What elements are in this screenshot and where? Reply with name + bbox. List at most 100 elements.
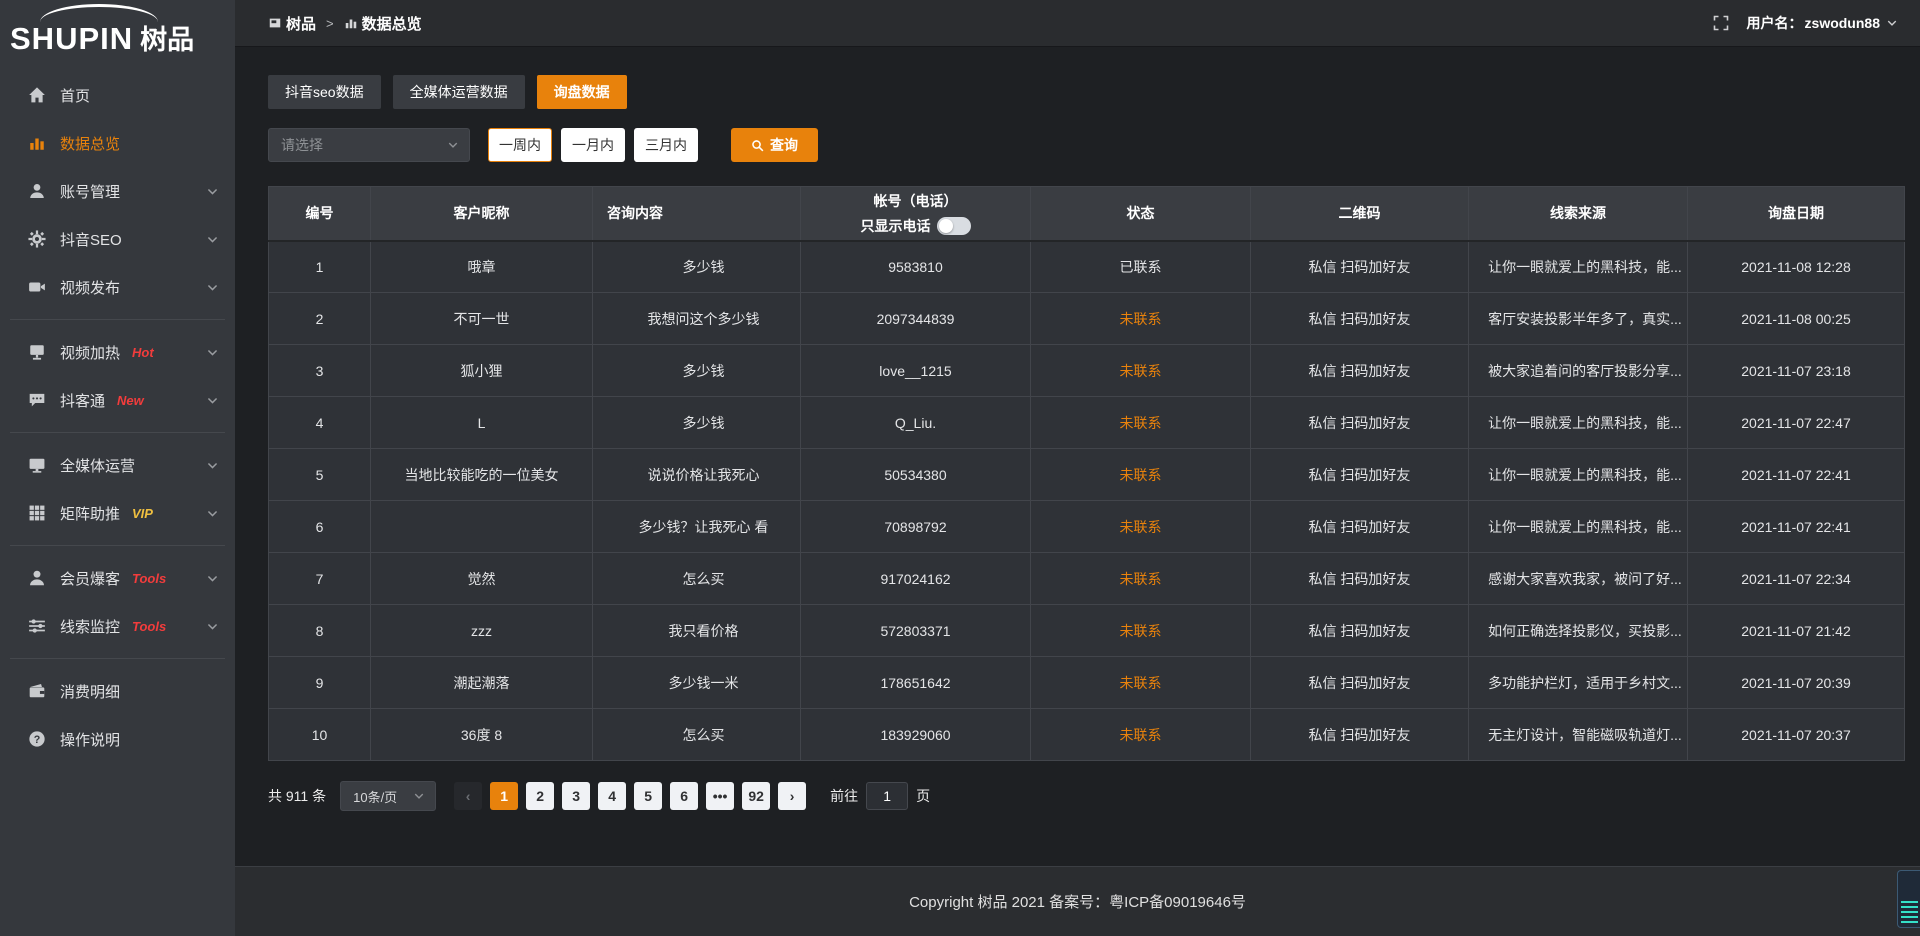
qrcode-link[interactable]: 私信 扫码加好友 [1251, 397, 1469, 449]
qrcode-link[interactable]: 私信 扫码加好友 [1251, 657, 1469, 709]
qrcode-link[interactable]: 私信 扫码加好友 [1251, 553, 1469, 605]
page-button-5[interactable]: 5 [634, 782, 662, 810]
sidebar-item-label: 全媒体运营 [60, 455, 135, 476]
user-menu[interactable]: 用户名： zswodun88 [1747, 13, 1898, 33]
sidebar-item-label: 视频加热 [60, 342, 120, 363]
next-page-button[interactable]: › [778, 782, 806, 810]
source-link[interactable]: 客厅安装投影半年多了，真实... [1469, 293, 1688, 345]
sidebar-item-operation-guide[interactable]: ?操作说明 [0, 715, 235, 763]
col-header-account: 帐号（电话） 只显示电话 [801, 187, 1031, 241]
page-button-6[interactable]: 6 [670, 782, 698, 810]
cell-date: 2021-11-07 21:42 [1688, 605, 1905, 657]
cell-content: 我只看价格 [593, 605, 801, 657]
select-value: 请选择 [281, 135, 323, 155]
chevron-down-icon [206, 572, 219, 585]
sidebar-item-douketong[interactable]: 抖客通New [0, 376, 235, 424]
period-button-0[interactable]: 一周内 [488, 128, 552, 162]
qrcode-link[interactable]: 私信 扫码加好友 [1251, 241, 1469, 293]
fullscreen-icon[interactable] [1713, 15, 1729, 31]
screen-icon [28, 343, 46, 361]
sidebar-item-data-overview[interactable]: 数据总览 [0, 119, 235, 167]
sidebar-item-member-baoke[interactable]: 会员爆客Tools [0, 554, 235, 602]
qrcode-link[interactable]: 私信 扫码加好友 [1251, 709, 1469, 761]
source-link[interactable]: 让你一眼就爱上的黑科技，能... [1469, 501, 1688, 553]
sidebar-item-douyin-seo[interactable]: 抖音SEO [0, 215, 235, 263]
qrcode-link[interactable]: 私信 扫码加好友 [1251, 501, 1469, 553]
qrcode-link[interactable]: 私信 扫码加好友 [1251, 605, 1469, 657]
sidebar-item-omnimedia-operation[interactable]: 全媒体运营 [0, 441, 235, 489]
search-icon [751, 139, 764, 152]
cell-date: 2021-11-08 12:28 [1688, 241, 1905, 293]
page-button-1[interactable]: 1 [490, 782, 518, 810]
cell-account: 9583810 [801, 241, 1031, 293]
goto-page-input[interactable] [866, 782, 908, 810]
sidebar-item-home[interactable]: 首页 [0, 71, 235, 119]
sidebar-item-matrix-boost[interactable]: 矩阵助推VIP [0, 489, 235, 537]
goto-label: 前往 [830, 786, 858, 806]
table-row: 1哦章多少钱9583810已联系私信 扫码加好友让你一眼就爱上的黑科技，能...… [269, 241, 1905, 293]
sidebar-divider [10, 658, 225, 659]
chevron-down-icon [206, 185, 219, 198]
footer: Copyright 树品 2021 备案号：粤ICP备09019646号 [235, 866, 1920, 936]
tab-2[interactable]: 询盘数据 [537, 75, 627, 109]
period-button-1[interactable]: 一月内 [561, 128, 625, 162]
cell-nickname: 不可一世 [371, 293, 593, 345]
sidebar-item-video-publish[interactable]: 视频发布 [0, 263, 235, 311]
table-body: 1哦章多少钱9583810已联系私信 扫码加好友让你一眼就爱上的黑科技，能...… [269, 241, 1905, 761]
page-size-select[interactable]: 10条/页 [340, 781, 436, 811]
logo[interactable]: SHUPIN树品 [0, 0, 235, 67]
period-button-2[interactable]: 三月内 [634, 128, 698, 162]
col-header-id: 编号 [269, 187, 371, 241]
qrcode-link[interactable]: 私信 扫码加好友 [1251, 449, 1469, 501]
qrcode-link[interactable]: 私信 扫码加好友 [1251, 345, 1469, 397]
page-button-2[interactable]: 2 [526, 782, 554, 810]
cell-nickname: 狐小狸 [371, 345, 593, 397]
page-button-4[interactable]: 4 [598, 782, 626, 810]
page-size-value: 10条/页 [353, 787, 397, 806]
prev-page-button[interactable]: ‹ [454, 782, 482, 810]
phone-only-toggle[interactable] [937, 217, 971, 235]
table-row: 6多少钱？让我死心 看70898792未联系私信 扫码加好友让你一眼就爱上的黑科… [269, 501, 1905, 553]
source-link[interactable]: 如何正确选择投影仪，买投影... [1469, 605, 1688, 657]
cell-id: 10 [269, 709, 371, 761]
source-link[interactable]: 被大家追着问的客厅投影分享... [1469, 345, 1688, 397]
source-link[interactable]: 无主灯设计，智能磁吸轨道灯... [1469, 709, 1688, 761]
page-button-92[interactable]: 92 [742, 782, 770, 810]
username: zswodun88 [1805, 15, 1880, 31]
cell-content: 我想问这个多少钱 [593, 293, 801, 345]
cell-nickname: L [371, 397, 593, 449]
source-link[interactable]: 让你一眼就爱上的黑科技，能... [1469, 449, 1688, 501]
sidebar-item-consumption-details[interactable]: 消费明细 [0, 667, 235, 715]
page-button-3[interactable]: 3 [562, 782, 590, 810]
tab-1[interactable]: 全媒体运营数据 [393, 75, 525, 109]
filter-select[interactable]: 请选择 [268, 128, 470, 162]
source-link[interactable]: 感谢大家喜欢我家，被问了好... [1469, 553, 1688, 605]
grid-icon [28, 504, 46, 522]
chat-widget[interactable] [1897, 870, 1920, 928]
status-badge: 已联系 [1031, 241, 1251, 293]
badge-hot: Hot [132, 345, 154, 360]
sidebar-item-account-management[interactable]: 账号管理 [0, 167, 235, 215]
cell-account: 50534380 [801, 449, 1031, 501]
sidebar-item-label: 数据总览 [60, 133, 120, 154]
badge-tools: Tools [132, 619, 166, 634]
sidebar-item-lead-monitoring[interactable]: 线索监控Tools [0, 602, 235, 650]
app-window: SHUPIN树品 首页数据总览账号管理抖音SEO视频发布视频加热 Hot 抖客通Ne… [0, 0, 1920, 936]
tab-0[interactable]: 抖音seo数据 [268, 75, 381, 109]
status-badge: 未联系 [1031, 553, 1251, 605]
source-link[interactable]: 让你一眼就爱上的黑科技，能... [1469, 397, 1688, 449]
status-badge: 未联系 [1031, 657, 1251, 709]
sidebar-menu: 首页数据总览账号管理抖音SEO视频发布视频加热 Hot 抖客通New 全媒体运营矩阵助… [0, 71, 235, 763]
sidebar-item-label: 账号管理 [60, 181, 120, 202]
tab-bar: 抖音seo数据全媒体运营数据询盘数据 [268, 75, 1905, 109]
qrcode-link[interactable]: 私信 扫码加好友 [1251, 293, 1469, 345]
cell-id: 4 [269, 397, 371, 449]
page-ellipsis-button[interactable]: ••• [706, 782, 734, 810]
sidebar-item-video-heating[interactable]: 视频加热 Hot [0, 328, 235, 376]
chevron-down-icon [206, 507, 219, 520]
source-link[interactable]: 让你一眼就爱上的黑科技，能... [1469, 241, 1688, 293]
status-badge: 未联系 [1031, 345, 1251, 397]
breadcrumb-root[interactable]: 树品 [286, 13, 316, 34]
source-link[interactable]: 多功能护栏灯，适用于乡村文... [1469, 657, 1688, 709]
search-button[interactable]: 查询 [731, 128, 818, 162]
